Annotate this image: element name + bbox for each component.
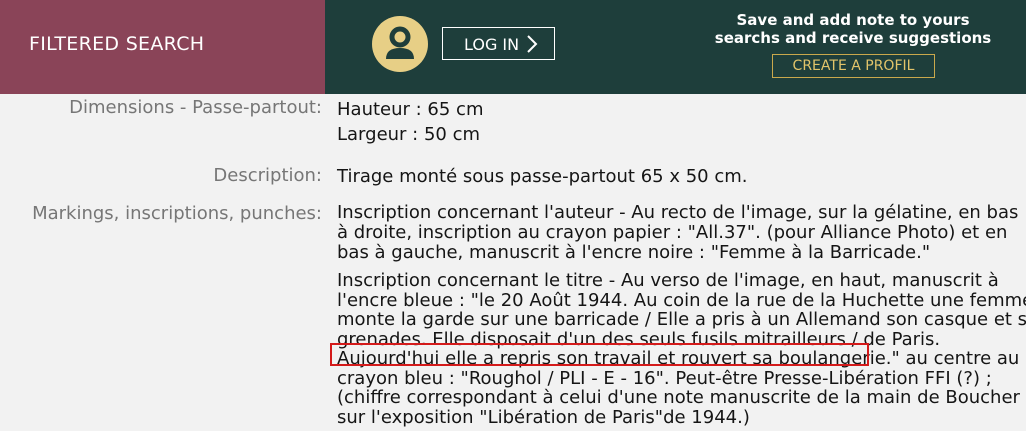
- author-inscription: Inscription concernant l'auteur - Au rec…: [337, 202, 1019, 263]
- header: FILTERED SEARCH LOG IN Save and add note…: [0, 0, 1026, 94]
- login-button[interactable]: LOG IN: [442, 27, 555, 60]
- create-profile-button[interactable]: CREATE A PROFIL: [772, 54, 935, 78]
- dimension-height: Hauteur : 65 cm: [337, 99, 484, 120]
- login-label: LOG IN: [464, 35, 520, 54]
- dimension-width: Largeur : 50 cm: [337, 124, 481, 145]
- filtered-search-panel[interactable]: FILTERED SEARCH: [0, 0, 325, 94]
- description-value: Tirage monté sous passe-partout 65 x 50 …: [337, 166, 748, 187]
- title-inscription-line: Inscription concernant le titre - Au ver…: [337, 270, 999, 291]
- title-inscription-line: l'encre bleue : "le 20 Août 1944. Au coi…: [337, 290, 1026, 311]
- title-inscription-line: sur l'exposition "Libération de Paris"de…: [337, 407, 750, 428]
- account-panel: LOG IN Save and add note to yours search…: [325, 0, 1026, 94]
- chevron-right-icon: [526, 34, 538, 58]
- markings-label: Markings, inscriptions, punches:: [32, 203, 322, 224]
- highlight-box: [330, 343, 869, 366]
- filtered-search-button[interactable]: FILTERED SEARCH: [29, 33, 204, 55]
- promo-text: Save and add note to yours searchs and r…: [714, 11, 992, 47]
- title-inscription-line: (chiffre correspondant à celui d'une not…: [337, 387, 1026, 408]
- user-avatar-icon[interactable]: [372, 16, 428, 72]
- dimensions-label: Dimensions - Passe-partout:: [69, 97, 322, 118]
- title-inscription-line: crayon bleu : "Roughol / PLI - E - 16". …: [337, 368, 992, 389]
- description-label: Description:: [213, 165, 322, 186]
- title-inscription-line: monte la garde sur une barricade / Elle …: [337, 309, 1026, 330]
